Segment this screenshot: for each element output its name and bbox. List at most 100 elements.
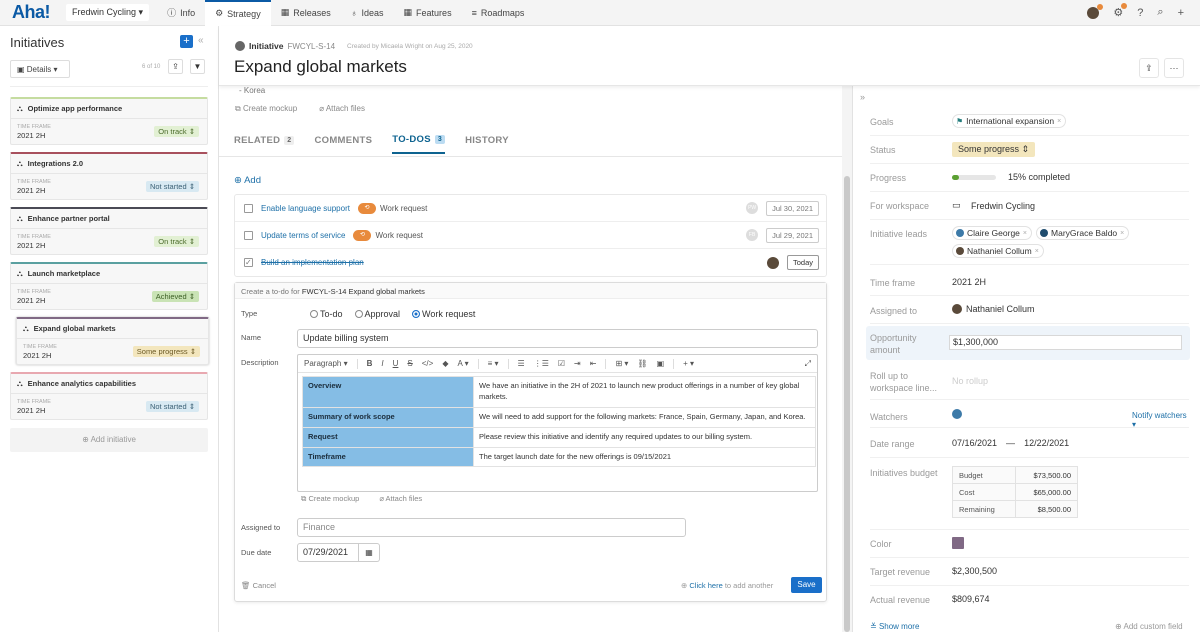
todo-checkbox-checked[interactable]: ✓ xyxy=(244,258,253,267)
due-date-input[interactable]: 07/29/2021 xyxy=(297,543,359,562)
todo-name-link[interactable]: Update terms of service xyxy=(261,231,345,240)
status-dropdown[interactable]: Not started ⇕ xyxy=(146,181,199,192)
description-editor[interactable]: Paragraph ▾ B I U S </> ◆ A ▾ ≡ ▾ ☰ ⋮☰ ☑… xyxy=(297,354,818,492)
status-dropdown[interactable]: Not started ⇕ xyxy=(146,401,199,412)
aha-logo[interactable]: Aha! xyxy=(12,2,62,23)
remove-icon[interactable]: × xyxy=(1057,118,1061,125)
initiative-card-selected[interactable]: ⛬Expand global markets TIME FRAME 2021 2… xyxy=(16,317,209,365)
table-cell-key[interactable]: Summary of work scope xyxy=(303,407,474,427)
nav-ideas[interactable]: ♁Ideas xyxy=(341,0,394,26)
save-button[interactable]: Save xyxy=(791,577,822,593)
user-avatar[interactable] xyxy=(1087,7,1099,19)
plus-icon[interactable]: + xyxy=(1178,7,1184,19)
page-title[interactable]: Expand global markets xyxy=(234,57,407,77)
nav-releases[interactable]: ▦Releases xyxy=(271,0,341,26)
bullet-list-icon[interactable]: ☰ xyxy=(518,359,525,368)
cancel-button[interactable]: 🗑 Cancel xyxy=(241,581,276,590)
strikethrough-icon[interactable]: S xyxy=(407,359,412,368)
export-button[interactable]: ⇪ xyxy=(168,59,183,74)
remove-icon[interactable]: × xyxy=(1023,230,1027,237)
scrollbar-thumb[interactable] xyxy=(844,176,850,632)
todo-checkbox[interactable] xyxy=(244,231,253,240)
nav-roadmaps[interactable]: ≡Roadmaps xyxy=(462,0,535,26)
target-revenue-value[interactable]: $2,300,500 xyxy=(952,566,997,576)
checklist-icon[interactable]: ☑ xyxy=(558,359,565,368)
type-radio-work-request[interactable]: Work request xyxy=(412,309,475,319)
expand-icon[interactable]: ⤢ xyxy=(805,359,811,369)
expand-panel-icon[interactable]: » xyxy=(860,92,865,102)
due-date[interactable]: Jul 29, 2021 xyxy=(766,228,819,243)
remove-icon[interactable]: × xyxy=(1120,230,1124,237)
image-icon[interactable]: ▣ xyxy=(657,359,665,368)
search-icon[interactable]: ⌕ xyxy=(1157,6,1163,19)
table-cell-value[interactable]: The target launch date for the new offer… xyxy=(474,447,816,467)
view-details-dropdown[interactable]: ▣ Details ▾ xyxy=(10,60,70,78)
color-swatch[interactable] xyxy=(952,537,964,549)
calendar-button[interactable]: ▦ xyxy=(359,543,380,562)
opportunity-input[interactable]: $1,300,000 xyxy=(949,335,1182,350)
show-more-link[interactable]: ≚ Show more xyxy=(870,622,919,631)
indent-icon[interactable]: ⇥ xyxy=(574,359,581,368)
progress-bar[interactable] xyxy=(952,175,996,180)
settings-icon[interactable]: ⚙ xyxy=(1113,6,1123,19)
create-mockup-link[interactable]: ⧉ Create mockup xyxy=(301,494,359,504)
numbered-list-icon[interactable]: ⋮☰ xyxy=(534,359,549,368)
watcher-avatar[interactable] xyxy=(952,409,962,419)
budget-value[interactable]: $65,000.00 xyxy=(1016,484,1078,501)
lead-chip[interactable]: Nathaniel Collum× xyxy=(952,244,1044,258)
paragraph-style-dropdown[interactable]: Paragraph ▾ xyxy=(304,359,348,368)
add-initiative-button[interactable]: ⊕ Add initiative xyxy=(10,428,208,452)
table-cell-key[interactable]: Timeframe xyxy=(303,447,474,467)
date-end[interactable]: 12/22/2021 xyxy=(1024,438,1069,448)
status-dropdown[interactable]: On track ⇕ xyxy=(154,126,199,137)
date-start[interactable]: 07/16/2021 xyxy=(952,438,997,448)
table-cell-value[interactable]: We will need to add support for the foll… xyxy=(474,407,816,427)
due-date[interactable]: Today xyxy=(787,255,819,270)
notify-watchers-dropdown[interactable]: Notify watchers ▾ xyxy=(1132,411,1189,429)
rollup-value[interactable]: No rollup xyxy=(952,376,988,386)
collapse-sidebar-icon[interactable]: « xyxy=(198,35,204,46)
nav-features[interactable]: ▦Features xyxy=(394,0,462,26)
budget-value[interactable]: $73,500.00 xyxy=(1016,467,1078,484)
nav-strategy[interactable]: ⚙Strategy xyxy=(205,0,271,26)
add-todo-button[interactable]: ⊕ Add xyxy=(234,175,261,186)
attach-files-link[interactable]: ⌀ Attach files xyxy=(379,494,422,504)
tab-todos[interactable]: TO-DOS3 xyxy=(392,134,445,154)
tab-comments[interactable]: COMMENTS xyxy=(314,134,372,154)
initiative-card[interactable]: ⛬Integrations 2.0 TIME FRAME 2021 2H Not… xyxy=(10,152,208,200)
actual-revenue-value[interactable]: $809,674 xyxy=(952,594,990,604)
outdent-icon[interactable]: ⇤ xyxy=(590,359,597,368)
budget-value[interactable]: $8,500.00 xyxy=(1016,501,1078,518)
eraser-icon[interactable]: ◆ xyxy=(442,359,448,368)
type-radio-todo[interactable]: To-do xyxy=(310,309,343,319)
add-initiative-plus-button[interactable]: + xyxy=(180,35,193,48)
add-custom-field-link[interactable]: ⊕ Add custom field xyxy=(1115,622,1183,631)
due-date[interactable]: Jul 30, 2021 xyxy=(766,201,819,216)
italic-icon[interactable]: I xyxy=(381,359,383,368)
more-options-button[interactable]: ··· xyxy=(1164,58,1184,78)
status-dropdown[interactable]: Achieved ⇕ xyxy=(152,291,199,302)
status-dropdown[interactable]: Some progress ⇕ xyxy=(952,142,1035,157)
initiative-card[interactable]: ⛬Launch marketplace TIME FRAME 2021 2H A… xyxy=(10,262,208,310)
insert-plus-icon[interactable]: + ▾ xyxy=(683,359,694,368)
todo-name-link[interactable]: Enable language support xyxy=(261,204,350,213)
goal-chip[interactable]: ⚑International expansion× xyxy=(952,114,1066,128)
underline-icon[interactable]: U xyxy=(393,359,399,368)
table-cell-value[interactable]: Please review this initiative and identi… xyxy=(474,427,816,447)
lead-chip[interactable]: MaryGrace Baldo× xyxy=(1036,226,1129,240)
status-dropdown[interactable]: Some progress ⇕ xyxy=(133,346,200,357)
tab-history[interactable]: HISTORY xyxy=(465,134,509,154)
type-radio-approval[interactable]: Approval xyxy=(355,309,401,319)
align-icon[interactable]: ≡ ▾ xyxy=(488,359,499,368)
workspace-value[interactable]: Fredwin Cycling xyxy=(971,201,1035,211)
todo-checkbox[interactable] xyxy=(244,204,253,213)
initiative-card[interactable]: ⛬Optimize app performance TIME FRAME 202… xyxy=(10,97,208,145)
status-dropdown[interactable]: On track ⇕ xyxy=(154,236,199,247)
remove-icon[interactable]: × xyxy=(1035,248,1039,255)
table-cell-key[interactable]: Overview xyxy=(303,377,474,408)
workspace-selector[interactable]: Fredwin Cycling ▾ xyxy=(66,4,149,21)
table-cell-key[interactable]: Request xyxy=(303,427,474,447)
initiative-card[interactable]: ⛬Enhance analytics capabilities TIME FRA… xyxy=(10,372,208,420)
help-icon[interactable]: ? xyxy=(1137,7,1143,19)
lead-chip[interactable]: Claire George× xyxy=(952,226,1032,240)
